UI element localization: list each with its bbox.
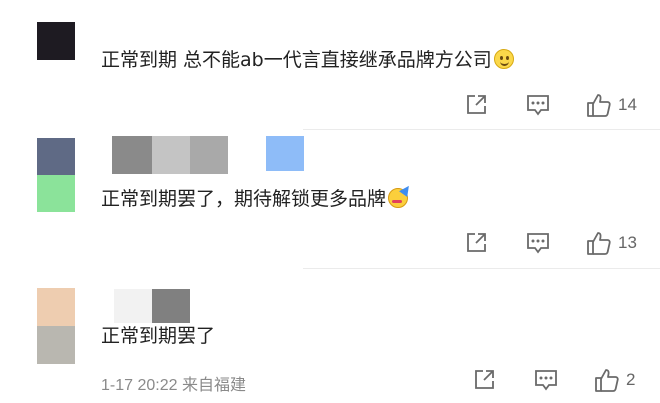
comment-text: 正常到期罢了 — [101, 323, 215, 349]
like-button[interactable]: 14 — [586, 91, 637, 119]
share-icon — [467, 95, 486, 114]
like-count: 13 — [618, 233, 637, 252]
username-redacted — [190, 136, 228, 174]
comment-actions: 13 — [0, 229, 660, 257]
thumbs-up-icon — [587, 94, 611, 117]
like-count: 2 — [626, 370, 636, 389]
thumbs-up-icon — [595, 369, 619, 392]
like-button[interactable]: 13 — [586, 229, 637, 257]
avatar-redacted — [37, 326, 75, 364]
comment-body: 正常到期 总不能ab一代言直接继承品牌方公司 — [101, 49, 492, 71]
comment-text: 正常到期 总不能ab一代言直接继承品牌方公司 — [101, 47, 514, 73]
like-button[interactable]: 2 — [594, 366, 635, 394]
share-button[interactable] — [464, 229, 488, 257]
thumbs-up-icon — [587, 232, 611, 255]
comment-icon — [527, 95, 549, 116]
partying-face-emoji — [388, 183, 413, 208]
comment-actions: 2 — [0, 366, 660, 394]
avatar-redacted[interactable] — [37, 288, 75, 326]
username-redacted[interactable] — [114, 289, 152, 323]
comment-body: 正常到期罢了，期待解锁更多品牌 — [101, 188, 387, 210]
slightly-smiling-face-emoji — [493, 49, 514, 69]
share-button[interactable] — [472, 366, 496, 394]
avatar-redacted[interactable] — [37, 22, 75, 60]
username-redacted — [152, 136, 190, 174]
comment-icon — [535, 370, 557, 391]
like-count: 14 — [618, 95, 637, 114]
comment-icon — [527, 233, 549, 254]
username-redacted[interactable] — [112, 136, 152, 174]
share-button[interactable] — [464, 91, 488, 119]
reply-button[interactable] — [525, 91, 551, 119]
comment-body: 正常到期罢了 — [101, 325, 216, 347]
comment-actions: 14 — [0, 91, 660, 119]
divider — [303, 268, 660, 269]
comment-text: 正常到期罢了，期待解锁更多品牌 — [101, 183, 413, 212]
avatar-redacted — [37, 175, 75, 212]
reply-button[interactable] — [525, 229, 551, 257]
reply-button[interactable] — [533, 366, 559, 394]
badge-redacted — [266, 136, 304, 171]
share-icon — [467, 233, 486, 252]
username-redacted — [152, 289, 190, 323]
divider — [303, 129, 660, 130]
share-icon — [475, 370, 494, 389]
avatar-redacted[interactable] — [37, 138, 75, 175]
